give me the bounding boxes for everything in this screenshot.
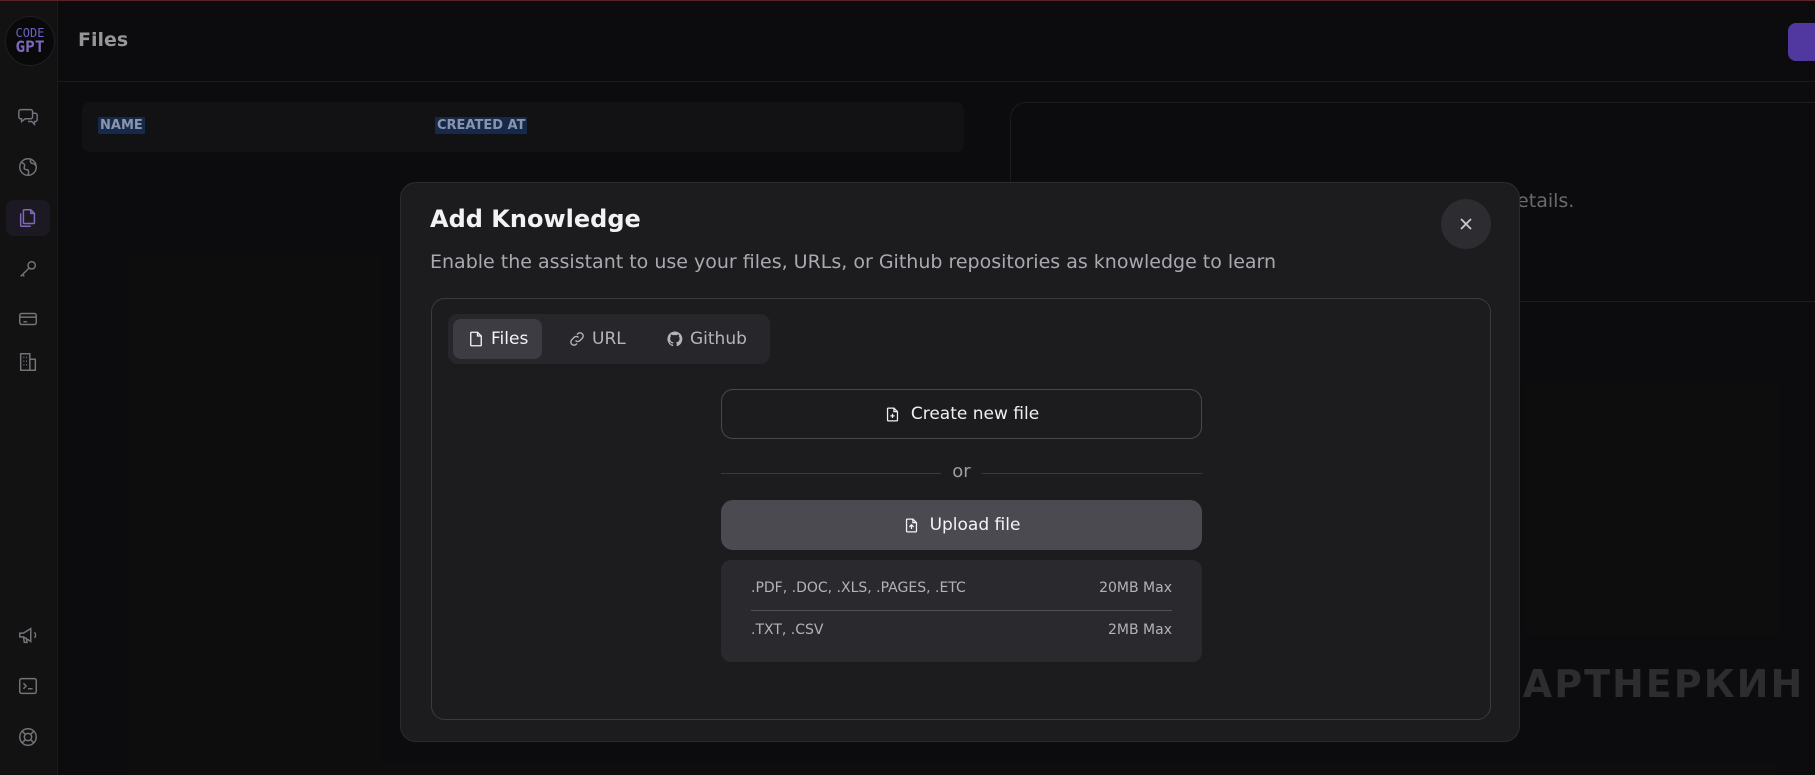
upload-file-label: Upload file <box>929 515 1021 535</box>
add-knowledge-modal: Add Knowledge Enable the assistant to us… <box>400 182 1520 742</box>
modal-title: Add Knowledge <box>430 205 641 233</box>
tab-github-label: Github <box>690 329 747 349</box>
upload-file-button[interactable]: Upload file <box>721 500 1202 550</box>
file-limits-box: .PDF, .DOC, .XLS, .PAGES, .ETC 20MB Max … <box>721 560 1202 662</box>
link-icon <box>570 332 584 346</box>
source-tabs: Files URL Github <box>448 314 770 364</box>
modal-subtitle: Enable the assistant to use your files, … <box>430 251 1277 273</box>
knowledge-source-panel: Files URL Github Create new file or Uplo… <box>431 298 1491 720</box>
tab-files-label: Files <box>491 329 529 349</box>
limit-max: 2MB Max <box>1108 622 1172 638</box>
tab-github[interactable]: Github <box>652 319 761 359</box>
limit-types: .TXT, .CSV <box>751 622 824 638</box>
tab-files[interactable]: Files <box>453 319 543 359</box>
or-text: or <box>952 461 971 482</box>
close-button[interactable] <box>1441 199 1491 249</box>
file-icon <box>470 331 482 347</box>
limit-row: .PDF, .DOC, .XLS, .PAGES, .ETC 20MB Max <box>751 580 1172 600</box>
create-new-file-button[interactable]: Create new file <box>721 389 1202 439</box>
file-upload-icon <box>905 517 917 533</box>
github-icon <box>667 331 683 347</box>
file-plus-icon <box>886 406 898 422</box>
or-divider: or <box>721 461 1202 485</box>
close-icon <box>1460 218 1472 230</box>
limit-row: .TXT, .CSV 2MB Max <box>751 622 1172 642</box>
tab-url[interactable]: URL <box>554 319 640 359</box>
or-line-right <box>982 473 1202 474</box>
limit-max: 20MB Max <box>1099 580 1172 596</box>
tab-url-label: URL <box>592 329 626 349</box>
limits-divider <box>751 610 1172 611</box>
create-new-file-label: Create new file <box>910 404 1040 424</box>
limit-types: .PDF, .DOC, .XLS, .PAGES, .ETC <box>751 580 966 596</box>
